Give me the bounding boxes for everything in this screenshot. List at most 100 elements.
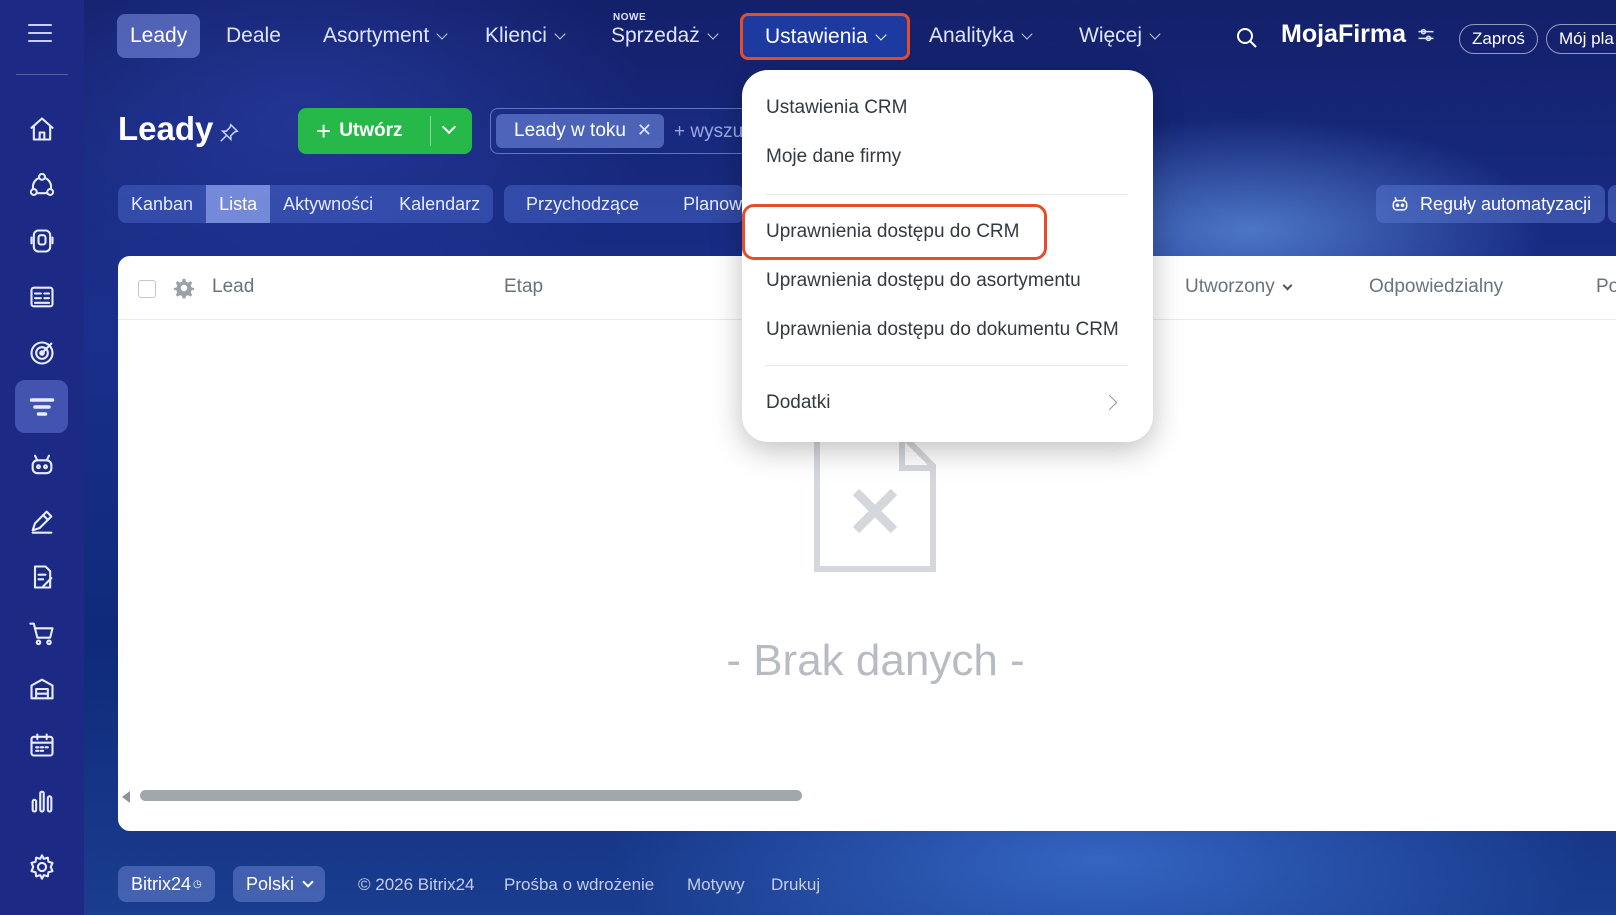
tab-kanban[interactable]: Kanban [118,185,206,223]
contact-center-icon[interactable] [15,214,68,267]
footer-link-implementation[interactable]: Prośba o wdrożenie [504,875,654,895]
nav-label: Leady [130,24,188,47]
nav-analityka[interactable]: Analityka [916,14,1044,58]
settings-gear-icon[interactable] [15,840,68,893]
bot-icon[interactable] [15,438,68,491]
button-divider [430,116,431,146]
nav-label: Analityka [929,24,1015,47]
column-next[interactable]: Po [1596,276,1616,298]
menu-item-document-permissions[interactable]: Uprawnienia dostępu do dokumentu CRM [766,319,1119,341]
chevron-right-icon [1101,394,1118,411]
nav-wiecej[interactable]: Więcej [1066,14,1172,58]
calendar-icon[interactable] [15,718,68,771]
inventory-icon[interactable] [15,662,68,715]
chevron-down-icon [707,28,719,40]
cart-icon[interactable] [15,606,68,659]
nav-deale[interactable]: Deale [213,14,294,58]
sales-funnel-icon[interactable] [15,380,68,433]
nav-sprzedaz[interactable]: Sprzedaż [598,14,730,58]
home-icon[interactable] [15,102,68,155]
nav-label: Sprzedaż [611,24,700,47]
close-icon[interactable]: ✕ [637,120,652,141]
filter-chip[interactable]: Leady w toku ✕ [496,114,664,148]
rail-divider [16,74,68,75]
sign-icon[interactable] [15,494,68,547]
menu-item-company-details[interactable]: Moje dane firmy [766,146,901,168]
marketing-icon[interactable] [15,326,68,379]
invite-button[interactable]: Zaproś [1459,24,1538,54]
plus-icon: + [316,116,332,146]
footer-link-print[interactable]: Drukuj [771,875,820,895]
chevron-down-icon [302,876,314,888]
search-icon[interactable] [1235,26,1259,50]
filter-chip-label: Leady w toku [514,120,626,141]
chevron-down-icon [1149,28,1161,40]
analytics-icon[interactable] [15,774,68,827]
tab-kalendarz[interactable]: Kalendarz [386,185,493,223]
language-selector[interactable]: Polski [233,866,326,902]
my-plan-button[interactable]: Mój pla [1546,24,1616,54]
chevron-down-icon [1021,28,1033,40]
view-switcher: Kanban Lista Aktywności Kalendarz [118,185,494,223]
nav-klienci[interactable]: Klienci [472,14,577,58]
nav-label: Ustawienia [765,24,868,48]
chevron-down-icon [436,28,448,40]
menu-icon[interactable] [28,24,52,46]
create-button[interactable]: + Utwórz [298,108,472,154]
more-button[interactable] [1608,185,1616,223]
crm-icon[interactable] [15,158,68,211]
column-label: Utworzony [1185,276,1275,297]
automation-label: Reguły automatyzacji [1420,193,1592,214]
nav-ustawienia[interactable]: Ustawienia [740,13,910,60]
create-label: Utwórz [339,120,403,141]
empty-document-icon [814,434,936,572]
menu-item-crm-settings[interactable]: Ustawienia CRM [766,97,907,119]
scrollbar-thumb[interactable] [140,790,802,801]
menu-divider [766,194,1128,195]
horizontal-scrollbar[interactable] [118,786,1616,804]
filter-search-box[interactable]: Leady w toku ✕ + wyszu [490,108,750,154]
tab-planowane[interactable]: Planowane [661,185,744,223]
gear-icon[interactable] [173,277,195,299]
settings-dropdown-menu: Ustawienia CRM Moje dane firmy Uprawnien… [742,70,1153,442]
chevron-down-icon [554,28,566,40]
menu-divider [766,365,1128,366]
footer-link-themes[interactable]: Motywy [687,875,745,895]
company-brand[interactable]: MojaFirma [1281,20,1436,49]
scroll-left-icon[interactable] [122,791,130,803]
column-stage[interactable]: Etap [504,276,543,298]
product-label: Bitrix24 [131,873,192,894]
sites-icon[interactable] [15,270,68,323]
left-rail [0,0,84,915]
automation-rules-button[interactable]: Reguły automatyzacji [1376,185,1606,223]
nav-asortyment[interactable]: Asortyment [310,14,459,58]
pin-icon[interactable] [218,122,240,144]
menu-item-catalog-permissions[interactable]: Uprawnienia dostępu do asortymentu [766,270,1081,292]
nav-label: Więcej [1079,24,1143,47]
language-label: Polski [246,873,295,894]
robot-icon [1392,196,1408,211]
tab-lista[interactable]: Lista [206,185,271,223]
documents-icon[interactable] [15,550,68,603]
menu-item-crm-permissions[interactable]: Uprawnienia dostępu do CRM [742,204,1047,260]
select-all-checkbox[interactable] [138,280,156,298]
column-responsible[interactable]: Odpowiedzialny [1369,276,1503,298]
brand-name: MojaFirma [1281,20,1407,48]
empty-state-text: - Brak danych - [726,636,1025,685]
copyright-text: © 2026 Bitrix24 [358,875,475,894]
sort-chevron-icon [1282,280,1293,290]
bitrix-version-button[interactable]: Bitrix24 ◷ [118,866,215,902]
clock-icon: ◷ [193,878,202,890]
menu-item-addons[interactable]: Dodatki [766,392,830,414]
nav-label: Deale [226,24,281,47]
nav-label: Asortyment [323,24,430,47]
column-created[interactable]: Utworzony [1185,276,1293,298]
tab-przychodzace[interactable]: Przychodzące [504,185,661,223]
nav-leady[interactable]: Leady [117,14,201,58]
sliders-icon [1418,28,1434,41]
search-input[interactable]: + wyszu [674,121,743,143]
column-lead[interactable]: Lead [212,276,254,298]
counter-filters: Przychodzące Planowane [504,185,744,223]
chevron-down-icon[interactable] [441,119,457,135]
tab-aktywnosci[interactable]: Aktywności [270,185,386,223]
